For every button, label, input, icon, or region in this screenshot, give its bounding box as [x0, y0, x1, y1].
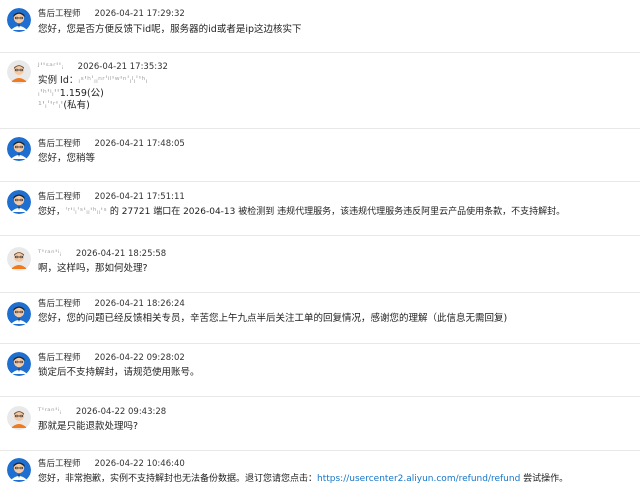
sender-name: 售后工程师: [38, 459, 81, 469]
message-meta: 售后工程师 2026-04-22 10:46:40: [38, 459, 185, 470]
text-segment: 您好，: [38, 207, 66, 217]
agent-avatar: [7, 190, 31, 214]
redacted-text: ¹'ᵢˈ'ʳ'ᵢ': [38, 100, 64, 111]
message-meta: 售后工程师 2026-04-21 17:48:05: [38, 139, 185, 150]
message-customer: ᴶ''ˢᵃʳ''ᵢ 2026-04-21 17:35:32 实例 Id：ᵢˢ'ʰˈ…: [0, 53, 640, 129]
ip-suffix: (私有): [63, 100, 90, 111]
message-meta: ᴶ''ˢᵃʳ''ᵢ 2026-04-21 17:35:32: [38, 62, 168, 73]
message-meta: ᵀ'ʳᵃⁿ'ⁱᵢ 2026-04-22 09:43:28: [38, 407, 166, 418]
ticket-conversation: 售后工程师 2026-04-21 17:29:32 您好，您是否方便反馈下id呢，…: [0, 0, 640, 500]
agent-avatar: [7, 302, 31, 326]
sender-name: ᴶ''ˢᵃʳ''ᵢ: [38, 62, 64, 72]
message-body: 那就是只能退款处理吗?: [38, 421, 630, 434]
message-meta: 售后工程师 2026-04-22 09:28:02: [38, 353, 185, 364]
message-agent: 售后工程师 2026-04-21 17:51:11 您好，ˈʳ'ⁱᵢˈˢ'ᵢᵢ'ʰ…: [0, 182, 640, 236]
sender-name: 售后工程师: [38, 192, 81, 202]
message-time: 2026-04-21 18:25:58: [75, 249, 167, 259]
redacted-text: ᵢˢ'ʰˈᵢᵢⁿʳˈⁱˡ'ʷ'ⁿˈᵢˡᵢˈ'ʰᵢ: [78, 75, 148, 86]
refund-link[interactable]: https://usercenter2.aliyun.com/refund/re…: [317, 474, 520, 484]
message-text: 您好，您的问题已经反馈相关专员，辛苦您上午九点半后关注工单的回复情况，感谢您的理…: [38, 313, 508, 324]
sender-name: ᵀ'ʳᵃⁿ'ⁱᵢ: [38, 407, 62, 417]
text-segment: 的 27721 端口在 2026-04-13 被检测到 违规代理服务，该违规代理…: [107, 207, 566, 217]
message-text: 锁定后不支持解封，请规范使用账号。: [38, 367, 200, 378]
redacted-text: ᵢ'ʰ'ⁱᵢ'': [38, 87, 60, 99]
message-body: 锁定后不支持解封，请规范使用账号。: [38, 367, 630, 380]
label-text: 实例 Id：: [38, 75, 79, 86]
text-segment: 尝试操作。: [520, 474, 569, 484]
message-time: 2026-04-21 17:29:32: [94, 9, 185, 19]
customer-avatar: [7, 247, 31, 271]
sender-name: 售后工程师: [38, 299, 81, 309]
instance-id-line: 实例 Id：ᵢˢ'ʰˈᵢᵢⁿʳˈⁱˡ'ʷ'ⁿˈᵢˡᵢˈ'ʰᵢ: [38, 75, 630, 88]
message-agent: 售后工程师 2026-04-21 17:48:05 您好，您稍等: [0, 129, 640, 182]
message-text: 您好，您是否方便反馈下id呢，服务器的id或者是ip这边核实下: [38, 24, 302, 35]
sender-name: 售后工程师: [38, 9, 81, 19]
message-time: 2026-04-22 09:28:02: [94, 353, 185, 363]
public-ip-line: ᵢ'ʰ'ⁱᵢ''1.159(公): [38, 88, 630, 101]
text-segment: 您好，非常抱歉，实例不支持解封也无法备份数据。退订您请您点击：: [38, 474, 318, 484]
message-agent: 售后工程师 2026-04-21 17:29:32 您好，您是否方便反馈下id呢，…: [0, 0, 640, 53]
message-text: 您好，ˈʳ'ⁱᵢˈˢ'ᵢᵢ'ʰᵢᵢ'ˢ 的 27721 端口在 2026-04-…: [38, 206, 630, 219]
message-body: 您好，ˈʳ'ⁱᵢˈˢ'ᵢᵢ'ʰᵢᵢ'ˢ 的 27721 端口在 2026-04-…: [38, 206, 630, 219]
message-customer: ᵀ'ʳᵃⁿ'ⁱᵢ 2026-04-22 09:43:28 那就是只能退款处理吗?: [0, 397, 640, 451]
sender-name: ᵀ'ʳᵃⁿ'ⁱᵢ: [38, 249, 62, 259]
agent-avatar: [7, 458, 31, 482]
message-body: 您好，非常抱歉，实例不支持解封也无法备份数据。退订您请您点击：https://u…: [38, 473, 630, 486]
message-agent: 售后工程师 2026-04-22 09:28:02 锁定后不支持解封，请规范使用账…: [0, 344, 640, 397]
sender-name: 售后工程师: [38, 139, 81, 149]
message-body: 您好，您的问题已经反馈相关专员，辛苦您上午九点半后关注工单的回复情况，感谢您的理…: [38, 313, 630, 326]
message-meta: 售后工程师 2026-04-21 17:51:11: [38, 192, 185, 203]
message-body: 啊，这样吗，那如何处理?: [38, 263, 630, 276]
message-body: 实例 Id：ᵢˢ'ʰˈᵢᵢⁿʳˈⁱˡ'ʷ'ⁿˈᵢˡᵢˈ'ʰᵢ ᵢ'ʰ'ⁱᵢ''1…: [38, 75, 630, 113]
message-agent: 售后工程师 2026-04-21 18:26:24 您好，您的问题已经反馈相关专员…: [0, 293, 640, 344]
message-time: 2026-04-21 17:48:05: [94, 139, 185, 149]
message-time: 2026-04-21 18:26:24: [94, 299, 185, 309]
agent-avatar: [7, 8, 31, 32]
message-text: 啊，这样吗，那如何处理?: [38, 263, 148, 274]
ip-suffix: 1.159(公): [59, 87, 104, 99]
message-time: 2026-04-22 09:43:28: [75, 407, 167, 417]
message-agent: 售后工程师 2026-04-22 10:46:40 您好，非常抱歉，实例不支持解封…: [0, 451, 640, 500]
agent-avatar: [7, 137, 31, 161]
message-text: 您好，非常抱歉，实例不支持解封也无法备份数据。退订您请您点击：https://u…: [38, 473, 630, 486]
message-meta: 售后工程师 2026-04-21 17:29:32: [38, 9, 185, 20]
message-body: 您好，您是否方便反馈下id呢，服务器的id或者是ip这边核实下: [38, 24, 630, 37]
message-time: 2026-04-21 17:51:11: [94, 192, 185, 202]
message-meta: ᵀ'ʳᵃⁿ'ⁱᵢ 2026-04-21 18:25:58: [38, 249, 166, 260]
sender-name: 售后工程师: [38, 353, 81, 363]
agent-avatar: [7, 352, 31, 376]
message-text: 您好，您稍等: [38, 153, 96, 164]
customer-avatar: [7, 60, 31, 84]
message-time: 2026-04-21 17:35:32: [77, 62, 168, 72]
message-meta: 售后工程师 2026-04-21 18:26:24: [38, 299, 185, 310]
message-body: 您好，您稍等: [38, 153, 630, 166]
private-ip-line: ¹'ᵢˈ'ʳ'ᵢ'(私有): [38, 100, 630, 113]
message-text: 那就是只能退款处理吗?: [38, 421, 139, 432]
customer-avatar: [7, 406, 31, 430]
message-time: 2026-04-22 10:46:40: [94, 459, 185, 469]
message-customer: ᵀ'ʳᵃⁿ'ⁱᵢ 2026-04-21 18:25:58 啊，这样吗，那如何处理?: [0, 236, 640, 293]
redacted-text: ˈʳ'ⁱᵢˈˢ'ᵢᵢ'ʰᵢᵢ'ˢ: [65, 207, 107, 217]
